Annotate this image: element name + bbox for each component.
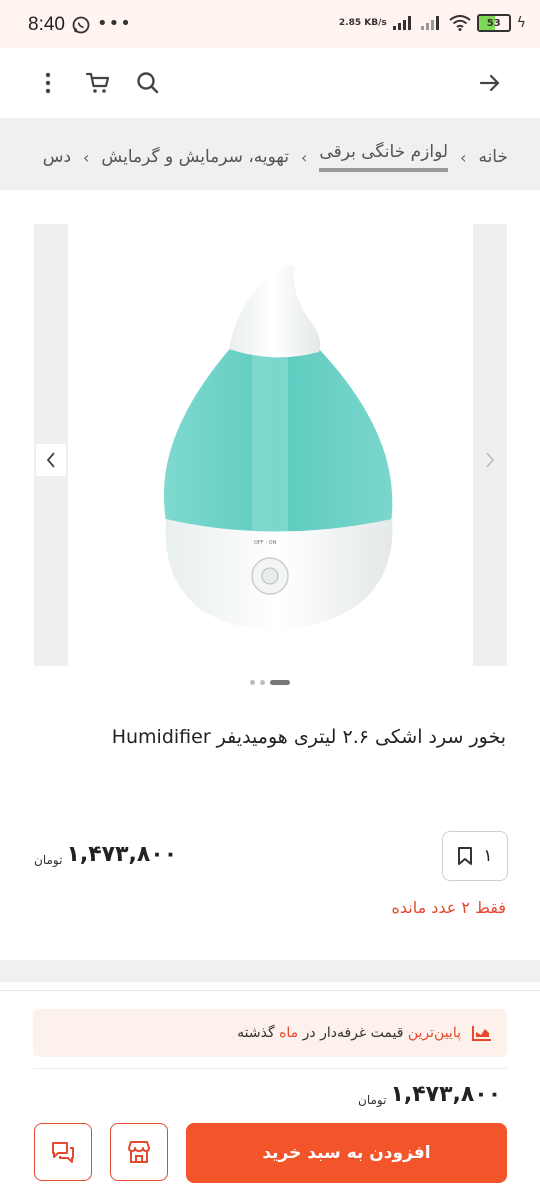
chevron-left-icon: › xyxy=(301,147,308,167)
gallery-next-panel xyxy=(473,224,507,666)
status-bar: 8:40 ••• 2.85 KB/s 53 ϟ xyxy=(0,0,540,48)
product-image: OFF - ON xyxy=(164,264,393,629)
chat-icon xyxy=(52,1142,74,1163)
search-icon xyxy=(137,72,159,94)
more-vertical-icon xyxy=(45,72,51,94)
chevron-left-icon xyxy=(46,452,55,468)
signal-icon xyxy=(392,16,411,30)
chevron-left-icon: › xyxy=(460,147,467,167)
breadcrumb-appliances[interactable]: لوازم خانگی برقی xyxy=(319,142,449,172)
whatsapp-icon xyxy=(72,16,90,38)
bottom-currency-label: تومان xyxy=(358,1093,387,1107)
quantity-value: ۱ xyxy=(483,846,493,866)
product-title: بخور سرد اشکی ۲.۶ لیتری هومیدیفر Humidif… xyxy=(111,726,506,748)
wifi-icon xyxy=(449,15,471,31)
gallery-pagination xyxy=(250,680,290,685)
page-dot-active[interactable] xyxy=(270,680,290,685)
battery-icon: 53 xyxy=(476,14,511,32)
cart-icon xyxy=(85,72,110,93)
status-time: 8:40 xyxy=(28,14,65,35)
stock-note: فقط ۲ عدد مانده xyxy=(391,898,506,917)
charging-icon: ϟ xyxy=(516,15,526,31)
add-to-cart-button[interactable]: افزودن به سبد خرید xyxy=(186,1123,507,1183)
signal-2-icon xyxy=(420,16,439,30)
status-icons: 2.85 KB/s 53 ϟ xyxy=(339,14,526,32)
breadcrumb-subcategory[interactable]: دس xyxy=(43,147,71,167)
arrow-right-icon xyxy=(479,74,500,92)
chart-down-icon xyxy=(472,1026,491,1041)
section-divider xyxy=(0,960,540,982)
page-dot[interactable] xyxy=(260,680,265,685)
gallery-prev-panel xyxy=(34,224,68,666)
bottom-price-value: ۱,۴۷۳,۸۰۰ xyxy=(390,1082,502,1107)
more-button[interactable] xyxy=(28,48,68,118)
app-header xyxy=(0,48,540,119)
more-notifications-icon: ••• xyxy=(97,13,132,34)
bookmark-icon xyxy=(458,847,473,865)
divider xyxy=(33,1068,507,1069)
breadcrumb: خانه › لوازم خانگی برقی › تهویه، سرمایش … xyxy=(0,118,540,190)
product-gallery[interactable]: OFF - ON xyxy=(34,224,507,666)
price-value: ۱,۴۷۳,۸۰۰ xyxy=(66,842,178,867)
network-speed: 2.85 KB/s xyxy=(338,17,387,28)
breadcrumb-climate[interactable]: تهویه، سرمایش و گرمایش xyxy=(101,147,289,167)
chevron-right-icon xyxy=(486,452,495,468)
bottom-price: ۱,۴۷۳,۸۰۰ تومان xyxy=(358,1082,501,1107)
gallery-next-button[interactable] xyxy=(475,444,505,476)
breadcrumb-home[interactable]: خانه xyxy=(478,147,508,167)
search-button[interactable] xyxy=(128,48,168,118)
gallery-prev-button[interactable] xyxy=(36,444,66,476)
lowest-price-banner: پایین‌ترین قیمت غرفه‌دار در ماه گذشته xyxy=(33,1009,507,1057)
page-dot[interactable] xyxy=(250,680,255,685)
knob-label: OFF - ON xyxy=(254,540,277,546)
cart-button[interactable] xyxy=(78,48,118,118)
product-price: ۱,۴۷۳,۸۰۰ تومان xyxy=(34,842,177,867)
lowest-price-text: پایین‌ترین قیمت غرفه‌دار در ماه گذشته xyxy=(237,1025,461,1041)
chat-button[interactable] xyxy=(34,1123,92,1181)
store-icon xyxy=(128,1141,150,1163)
back-button[interactable] xyxy=(470,48,510,118)
store-button[interactable] xyxy=(110,1123,168,1181)
currency-label: تومان xyxy=(34,853,63,867)
chevron-left-icon: › xyxy=(83,147,90,167)
quantity-stepper[interactable]: ۱ xyxy=(442,831,508,881)
